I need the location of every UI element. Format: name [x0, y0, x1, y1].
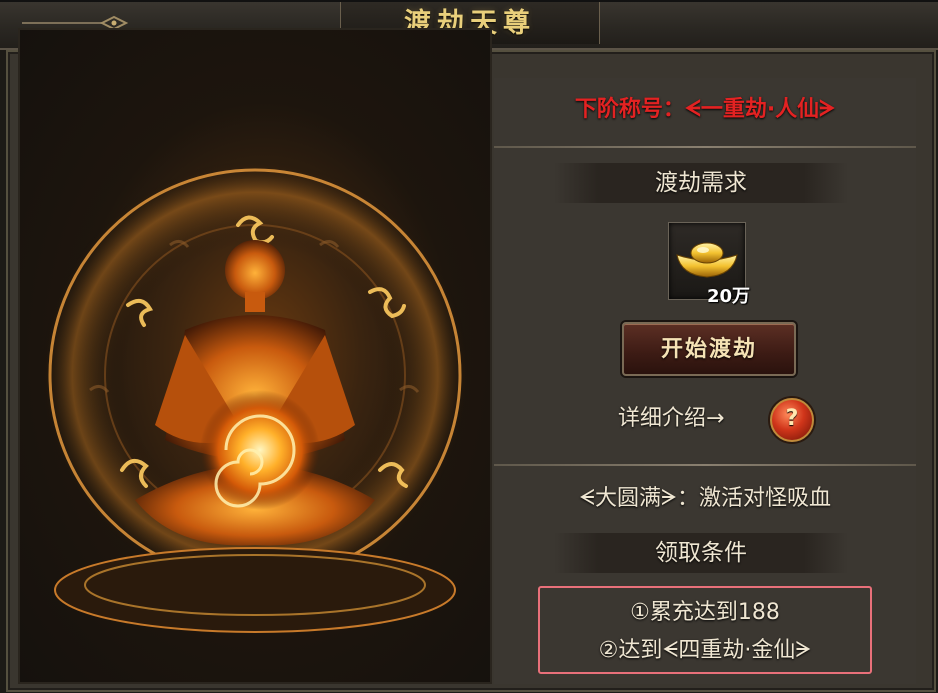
- divider-2: [494, 464, 916, 466]
- meditation-artwork: [18, 28, 492, 684]
- divider-1: [494, 146, 916, 148]
- conditions-highlight-box: ①累充达到188 ②达到ᗕ四重劫·金仙ᗒ: [538, 586, 872, 674]
- detail-intro-link[interactable]: 详细介绍→: [618, 402, 724, 436]
- meditating-figure-illustration: [40, 160, 470, 633]
- requirement-header: 渡劫需求: [554, 163, 848, 203]
- reward-effect-text: ᗕ大圆满ᗒ：激活对怪吸血: [579, 486, 831, 511]
- start-tribulation-button[interactable]: 开始渡劫: [622, 322, 796, 376]
- item-count: 20万: [706, 286, 750, 307]
- next-rank-title: 下阶称号：ᗕ一重劫·人仙ᗒ: [574, 97, 836, 122]
- conditions-header: 领取条件: [554, 533, 848, 573]
- condition-item: ②达到ᗕ四重劫·金仙ᗒ: [598, 638, 812, 663]
- condition-item: ①累充达到188: [630, 600, 780, 625]
- help-icon[interactable]: ?: [770, 398, 814, 442]
